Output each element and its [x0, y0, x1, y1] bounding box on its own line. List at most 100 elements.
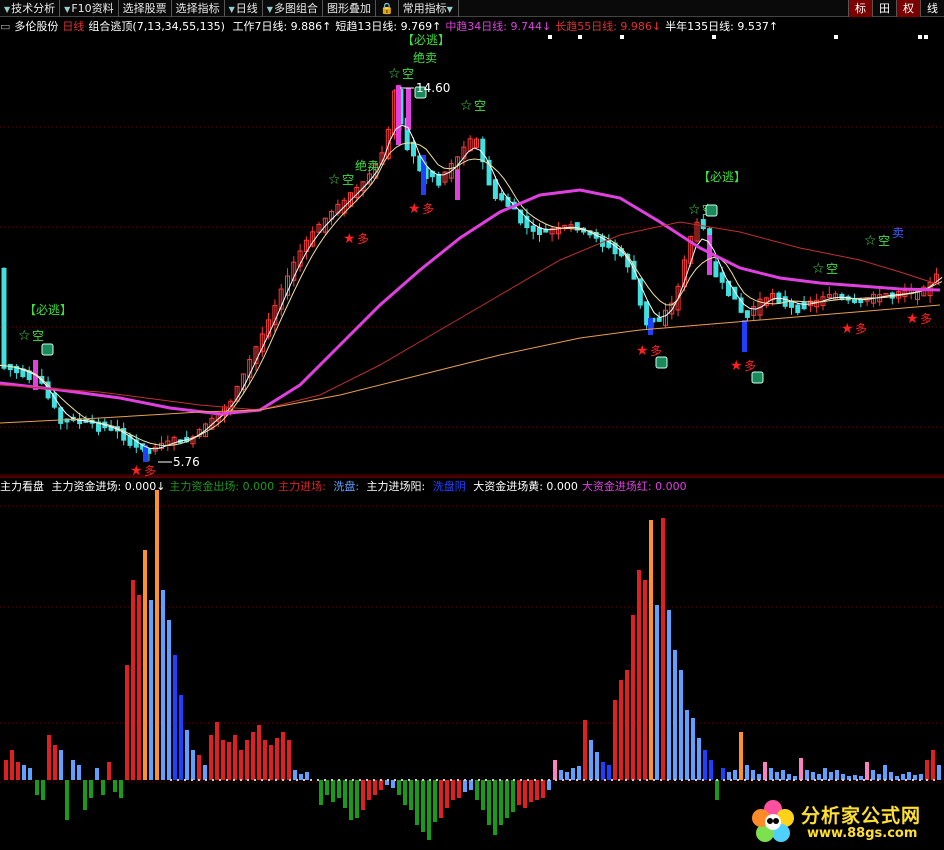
volume-bar: [35, 780, 39, 795]
zero-line-dot: [366, 779, 368, 781]
zero-line-dot: [527, 779, 529, 781]
zero-line-dot: [240, 779, 242, 781]
zero-line-dot: [324, 779, 326, 781]
signal-empty-label: 空: [342, 173, 354, 187]
volume-bar: [173, 655, 177, 780]
long-star-icon: ★: [841, 321, 854, 337]
zero-line-dot: [653, 779, 655, 781]
signal-must-escape-label: 【必逃】: [402, 33, 450, 47]
zero-line-dot: [779, 779, 781, 781]
volume-bars: [4, 490, 941, 840]
volume-bar: [613, 700, 617, 780]
volume-bar: [125, 665, 129, 780]
zero-line-dot: [520, 779, 522, 781]
marker-dot: [918, 35, 922, 39]
volume-bar: [28, 768, 32, 780]
zero-line-dot: [394, 779, 396, 781]
candle-down: [656, 317, 662, 322]
volume-bar: [191, 750, 195, 780]
zero-line-dot: [443, 779, 445, 781]
candle-down: [436, 173, 442, 186]
volume-bar: [805, 770, 809, 780]
zero-line-dot: [926, 779, 928, 781]
zero-line-dot: [618, 779, 620, 781]
volume-bar: [499, 780, 503, 825]
volume-bar: [445, 780, 449, 808]
zero-line-dot: [464, 779, 466, 781]
zero-line-dot: [233, 779, 235, 781]
volume-bar: [4, 760, 8, 780]
volume-bar: [361, 780, 365, 810]
volume-bar: [155, 490, 159, 780]
zero-line-dot: [786, 779, 788, 781]
volume-bar: [739, 732, 743, 780]
volume-bar: [355, 780, 359, 818]
signal-sell-all-label: 绝卖: [355, 158, 379, 173]
signal-long-label: 多: [855, 322, 867, 336]
volume-bar: [823, 768, 827, 780]
volume-bar: [215, 722, 219, 780]
volume-bar: [47, 735, 51, 780]
candles: [1, 85, 939, 462]
signal-empty-label: 空: [32, 329, 44, 343]
empty-star-icon: ☆: [460, 98, 473, 114]
marker-dot: [620, 35, 624, 39]
zero-line-dot: [289, 779, 291, 781]
volume-bar: [391, 780, 395, 788]
volume-bar: [451, 780, 455, 800]
price-high-label: 14.60: [416, 81, 450, 95]
zero-line-dot: [597, 779, 599, 781]
ma7-line: [0, 124, 943, 450]
zero-line-dot: [471, 779, 473, 781]
volume-bar: [409, 780, 413, 810]
volume-bar: [463, 780, 467, 792]
zero-line-dot: [856, 779, 858, 781]
ma55-line: [0, 221, 941, 411]
zero-line-dot: [548, 779, 550, 781]
volume-bar: [107, 762, 111, 780]
volume-bar: [751, 770, 755, 780]
volume-bar: [379, 780, 383, 790]
signal-empty-label: 空: [402, 67, 414, 81]
volume-bar: [119, 780, 123, 798]
volume-bar: [319, 780, 323, 805]
volume-bar: [415, 780, 419, 825]
zero-line-dot: [625, 779, 627, 781]
zero-line-dot: [317, 779, 319, 781]
volume-bar: [697, 738, 701, 780]
volume-bar: [859, 776, 863, 780]
volume-bar: [77, 765, 81, 780]
signal-long-label: 多: [744, 359, 756, 373]
volume-bar: [227, 742, 231, 780]
zero-line-dot: [933, 779, 935, 781]
zero-line-dot: [429, 779, 431, 781]
long-star-icon: ★: [343, 231, 356, 247]
zero-line-dot: [604, 779, 606, 781]
zero-line-dot: [212, 779, 214, 781]
zero-line-dot: [387, 779, 389, 781]
volume-bar: [529, 780, 533, 802]
volume-bar: [53, 745, 57, 780]
zero-line-dot: [814, 779, 816, 781]
zero-line-dot: [338, 779, 340, 781]
zero-line-dot: [226, 779, 228, 781]
zero-line-dot: [730, 779, 732, 781]
volume-bar: [245, 740, 249, 780]
long-star-icon: ★: [636, 343, 649, 359]
zero-line-dot: [716, 779, 718, 781]
home-marker-icon: [41, 343, 54, 356]
signal-must-escape-label: 【必逃】: [24, 303, 72, 317]
kline-chart[interactable]: ☆空☆空☆空☆空☆空☆空☆空★多★多★多★多★多★多★多【必逃】【必逃】【必逃】…: [0, 0, 944, 850]
zero-line-dot: [667, 779, 669, 781]
volume-bar: [571, 768, 575, 780]
volume-bar: [565, 772, 569, 780]
zero-line-dot: [219, 779, 221, 781]
volume-bar: [901, 774, 905, 780]
volume-bar: [649, 520, 653, 780]
volume-bar: [65, 780, 69, 820]
volume-bar: [149, 600, 153, 780]
volume-bar: [559, 770, 563, 780]
marker-dot: [834, 35, 838, 39]
volume-bar: [679, 670, 683, 780]
zero-line-dot: [534, 779, 536, 781]
